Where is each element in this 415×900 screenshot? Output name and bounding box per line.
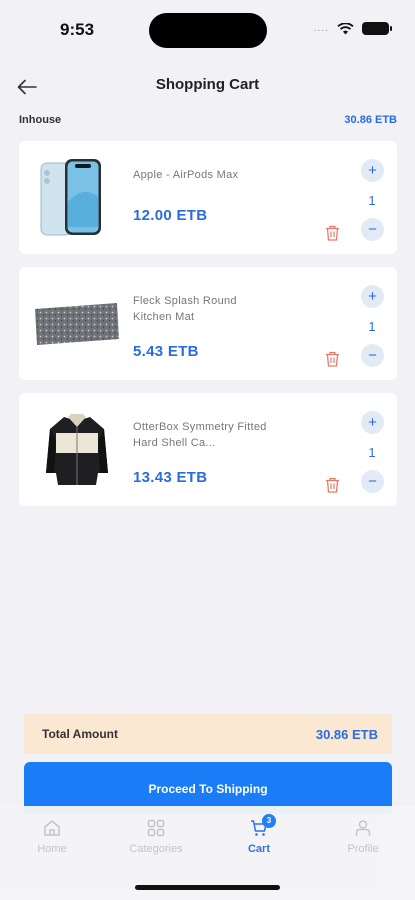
- item-name: OtterBox Symmetry Fitted Hard Shell Ca..…: [133, 421, 267, 449]
- product-image[interactable]: [29, 151, 124, 244]
- nav-item-profile[interactable]: Profile: [323, 818, 403, 855]
- grid-icon: [147, 819, 165, 837]
- quantity-value: 1: [368, 193, 376, 208]
- nav-item-categories[interactable]: Categories: [116, 818, 196, 855]
- decrease-quantity-button[interactable]: −: [361, 218, 384, 241]
- seller-row: Inhouse 30.86 ETB: [19, 112, 397, 128]
- delete-button[interactable]: [323, 224, 341, 242]
- product-image[interactable]: [29, 277, 124, 370]
- status-time: 9:53: [60, 20, 95, 39]
- quantity-value: 1: [368, 445, 376, 460]
- user-icon: [355, 820, 371, 836]
- trash-icon: [325, 225, 339, 241]
- dynamic-island: [149, 13, 267, 48]
- status-bar: 9:53 ....: [0, 0, 415, 60]
- increase-quantity-button[interactable]: +: [361, 411, 384, 434]
- delete-button[interactable]: [323, 476, 341, 494]
- seller-name: Inhouse: [19, 114, 62, 126]
- nav-item-cart[interactable]: 3 Cart: [219, 814, 299, 855]
- item-name: Fleck Splash Round Kitchen Mat: [133, 295, 237, 323]
- total-label: Total Amount: [42, 727, 118, 741]
- status-icons: ....: [313, 22, 392, 35]
- home-indicator: [135, 885, 280, 890]
- wifi-icon: [337, 22, 354, 34]
- product-image[interactable]: [29, 403, 124, 496]
- nav-label-categories: Categories: [129, 843, 183, 855]
- nav-item-home[interactable]: Home: [12, 818, 92, 855]
- cart-item: Apple - AirPods Max 12.00 ETB + 1 −: [19, 141, 397, 254]
- cart-badge: 3: [262, 814, 276, 828]
- item-price: 13.43 ETB: [133, 469, 208, 486]
- iphone-image: [40, 158, 101, 235]
- increase-quantity-button[interactable]: +: [361, 285, 384, 308]
- signal-icon: ....: [313, 23, 329, 34]
- item-price: 12.00 ETB: [133, 207, 208, 224]
- item-price: 5.43 ETB: [133, 343, 199, 360]
- battery-icon: [362, 22, 392, 35]
- total-amount-bar: Total Amount 30.86 ETB: [24, 714, 392, 754]
- item-name: Apple - AirPods Max: [133, 169, 239, 181]
- nav-label-cart: Cart: [247, 843, 270, 855]
- nav-label-profile: Profile: [347, 843, 379, 855]
- increase-quantity-button[interactable]: +: [361, 159, 384, 182]
- page-title: Shopping Cart: [155, 76, 260, 93]
- total-value: 30.86 ETB: [315, 726, 378, 742]
- decrease-quantity-button[interactable]: −: [361, 344, 384, 367]
- home-icon: [44, 820, 60, 836]
- cart-item: OtterBox Symmetry Fitted Hard Shell Ca..…: [19, 393, 397, 506]
- trash-icon: [325, 477, 339, 493]
- jacket-image: [45, 413, 108, 485]
- quantity-value: 1: [368, 319, 376, 334]
- nav-label-home: Home: [37, 843, 67, 855]
- kitchen-mat-image: [34, 302, 119, 345]
- decrease-quantity-button[interactable]: −: [361, 470, 384, 493]
- seller-total: 30.86 ETB: [344, 114, 397, 126]
- cart-item: Fleck Splash Round Kitchen Mat 5.43 ETB …: [19, 267, 397, 380]
- app-header: Shopping Cart: [0, 70, 415, 102]
- trash-icon: [325, 351, 339, 367]
- delete-button[interactable]: [323, 350, 341, 368]
